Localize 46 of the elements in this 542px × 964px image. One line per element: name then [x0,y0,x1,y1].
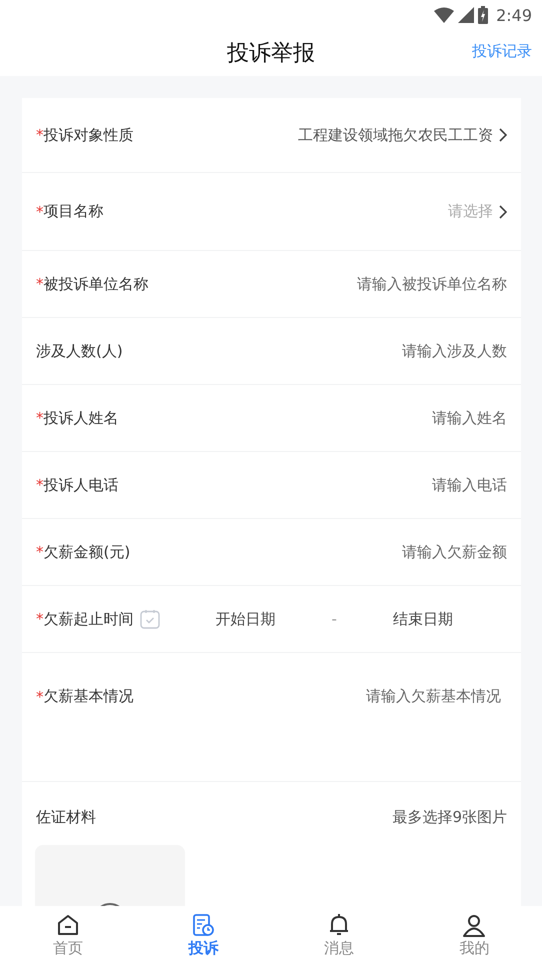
chevron-right-icon [499,204,507,218]
upload-hint: 最多选择9张图片 [392,808,507,827]
tab[interactable]: 消息 [271,906,406,964]
select-field[interactable]: 请选择 [448,202,507,221]
select-field[interactable]: 工程建设领域拖欠农民工工资 [298,126,507,144]
input-field[interactable]: 请输入欠薪金额 [287,543,507,561]
field-label: 涉及人数(人) [36,342,123,360]
end-date-field[interactable]: 结束日期 [392,610,453,628]
chevron-right-icon [499,128,507,142]
tab[interactable]: 首页 [0,906,136,964]
status-time: 2:49 [496,6,532,24]
input-field[interactable]: 请输入电话 [287,476,507,494]
calendar-icon [140,609,160,629]
tab[interactable]: 投诉 [136,906,271,964]
field-label: 投诉对象性质 [44,126,134,144]
signal-icon [458,7,474,23]
required-mark: * [36,688,44,706]
wifi-icon [434,7,454,23]
document-clock-icon [191,912,216,936]
person-icon [462,912,486,936]
text-area[interactable]: 请输入欠薪基本情况 [301,687,501,747]
records-link[interactable]: 投诉记录 [472,42,532,61]
date-separator: - [332,610,337,628]
input-field[interactable]: 请输入涉及人数 [287,342,507,360]
input-field[interactable]: 请输入姓名 [287,409,507,427]
required-mark: * [36,476,44,494]
required-mark: * [36,202,44,220]
field-label: 欠薪基本情况 [44,687,134,706]
required-mark: * [36,275,44,293]
input-field[interactable]: 请输入被投诉单位名称 [287,275,507,293]
field-label: 投诉人姓名 [44,408,118,428]
required-mark: * [36,543,44,561]
start-date-field[interactable]: 开始日期 [216,610,276,628]
field-label: 被投诉单位名称 [44,274,148,294]
field-label: 欠薪起止时间 [44,610,134,628]
field-label: 项目名称 [44,202,104,221]
required-mark: * [36,409,44,427]
required-mark: * [36,126,44,144]
field-label: 欠薪金额(元) [44,542,130,562]
field-label: 投诉人电话 [44,476,118,494]
battery-icon [478,6,488,24]
required-mark: * [36,610,44,628]
tab[interactable]: 我的 [406,906,542,964]
section-label: 佐证材料 [36,808,96,827]
home-icon [56,912,80,936]
page-title: 投诉举报 [227,40,315,68]
